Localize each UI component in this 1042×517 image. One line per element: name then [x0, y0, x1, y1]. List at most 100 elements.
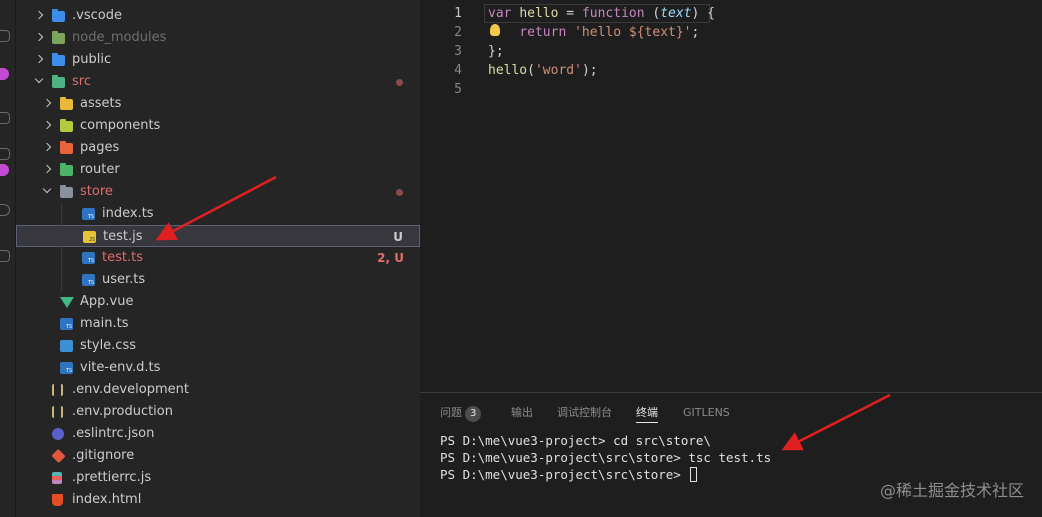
explorer-item-label: .env.production	[72, 404, 173, 419]
explorer-item-label: store	[80, 184, 113, 199]
code-line[interactable]: };	[488, 42, 504, 61]
explorer-item[interactable]: store	[16, 181, 420, 203]
public-folder-icon	[52, 53, 65, 66]
explorer-item[interactable]: .eslintrc.json	[16, 423, 420, 445]
badge-icon	[0, 164, 9, 176]
debug-icon[interactable]	[0, 204, 10, 216]
explorer-item-label: vite-env.d.ts	[80, 360, 161, 375]
explorer-item-label: .eslintrc.json	[72, 426, 155, 441]
line-number: 2	[454, 25, 462, 40]
assets-folder-icon	[60, 97, 73, 110]
terminal-line[interactable]: PS D:\me\vue3-project\src\store>	[440, 466, 698, 483]
panel-tab-label: 终端	[636, 406, 658, 419]
code-token: (	[527, 63, 535, 78]
explorer-item-label: index.ts	[102, 206, 154, 221]
explorer-item[interactable]: assets	[16, 93, 420, 115]
chevron-icon[interactable]	[42, 115, 54, 137]
chevron-icon[interactable]	[42, 137, 54, 159]
explorer-item-label: test.js	[103, 229, 143, 244]
explorer-item[interactable]: public	[16, 49, 420, 71]
html-file-icon	[52, 494, 63, 506]
explorer-item[interactable]: src	[16, 71, 420, 93]
panel-tab[interactable]: 调试控制台	[557, 405, 612, 423]
explorer-item-label: App.vue	[80, 294, 134, 309]
explorer-item[interactable]: main.ts	[16, 313, 420, 335]
panel-tab-label: 调试控制台	[557, 406, 612, 419]
panel-tab-label: 问题	[440, 406, 462, 419]
explorer-item[interactable]: .env.production	[16, 401, 420, 423]
explorer-item[interactable]: index.html	[16, 489, 420, 511]
terminal-text: PS D:\me\vue3-project> cd src\store\	[440, 433, 711, 448]
chevron-icon[interactable]	[42, 181, 54, 203]
panel-tab[interactable]: 输出	[511, 405, 533, 423]
code-token: function	[581, 6, 645, 21]
chevron-icon[interactable]	[34, 49, 46, 71]
explorer-item-label: test.ts	[102, 250, 143, 265]
explorer-item-label: .prettierrc.js	[72, 470, 152, 485]
code-editor[interactable]: 1 2 3 4 5 var hello = function (text) { retur…	[420, 0, 1042, 392]
typescript-file-icon	[60, 318, 73, 330]
panel-tab-label: 输出	[511, 406, 533, 419]
explorer-sidebar: .vscode node_modulespublic src assets compon…	[16, 0, 420, 517]
indent-guide	[61, 203, 62, 291]
explorer-item[interactable]: node_modules	[16, 27, 420, 49]
explorer-item[interactable]: index.ts	[16, 203, 420, 225]
panel-tab[interactable]: 终端	[636, 405, 658, 423]
explorer-item[interactable]: .vscode	[16, 5, 420, 27]
panel-tab[interactable]: 问题 3	[440, 405, 482, 423]
explorer-item-label: node_modules	[72, 30, 167, 45]
chevron-icon[interactable]	[34, 71, 46, 93]
chevron-icon[interactable]	[34, 27, 46, 49]
code-token: hello	[488, 63, 528, 78]
env-file-icon	[52, 384, 63, 396]
explorer-item-label: .env.development	[72, 382, 189, 397]
explorer-item[interactable]: test.ts 2, U	[16, 247, 420, 269]
explorer-item[interactable]: .gitignore	[16, 445, 420, 467]
prettier-file-icon	[52, 472, 62, 484]
modified-dot-icon	[396, 79, 403, 86]
explorer-item-label: style.css	[80, 338, 136, 353]
explorer-item-label: router	[80, 162, 120, 177]
explorer-item[interactable]: components	[16, 115, 420, 137]
typescript-file-icon	[82, 274, 95, 286]
explorer-item[interactable]: test.js U	[16, 225, 420, 247]
terminal-line[interactable]: PS D:\me\vue3-project\src\store> tsc tes…	[440, 449, 771, 466]
explorer-item[interactable]: .prettierrc.js	[16, 467, 420, 489]
css-file-icon	[60, 340, 73, 352]
git-file-icon	[51, 448, 66, 464]
vscode-folder-icon	[52, 9, 65, 22]
explorer-item-label: main.ts	[80, 316, 129, 331]
extensions-icon[interactable]	[0, 250, 10, 262]
source-control-icon[interactable]	[0, 148, 10, 160]
node-folder-icon	[52, 31, 65, 44]
explorer-item[interactable]: pages	[16, 137, 420, 159]
chevron-icon[interactable]	[42, 93, 54, 115]
explorer-item[interactable]: style.css	[16, 335, 420, 357]
explorer-item-label: components	[80, 118, 161, 133]
panel-tab[interactable]: GITLENS	[683, 405, 730, 423]
explorer-item[interactable]: router	[16, 159, 420, 181]
src-folder-icon	[52, 75, 65, 88]
code-line[interactable]: hello('word');	[488, 61, 598, 80]
chevron-icon[interactable]	[34, 5, 46, 27]
search-icon[interactable]	[0, 112, 10, 124]
explorer-item[interactable]: user.ts	[16, 269, 420, 291]
code-token: 'hello ${text}'	[574, 25, 692, 40]
terminal-line[interactable]: PS D:\me\vue3-project> cd src\store\	[440, 432, 711, 449]
typescript-file-icon	[82, 252, 95, 264]
explorer-item-label: src	[72, 74, 91, 89]
explorer-item[interactable]: App.vue	[16, 291, 420, 313]
explorer-item[interactable]: .env.development	[16, 379, 420, 401]
code-token: text	[660, 6, 692, 21]
router-folder-icon	[60, 163, 73, 176]
explorer-item[interactable]: vite-env.d.ts	[16, 357, 420, 379]
explorer-icon[interactable]	[0, 30, 10, 42]
code-line[interactable]: return 'hello ${text}';	[488, 23, 699, 42]
chevron-icon[interactable]	[42, 159, 54, 181]
code-token: ;	[691, 25, 700, 40]
code-line[interactable]: var hello = function (text) {	[488, 4, 715, 23]
components-folder-icon	[60, 119, 73, 132]
activity-bar	[0, 0, 16, 517]
typescript-file-icon	[82, 208, 95, 220]
